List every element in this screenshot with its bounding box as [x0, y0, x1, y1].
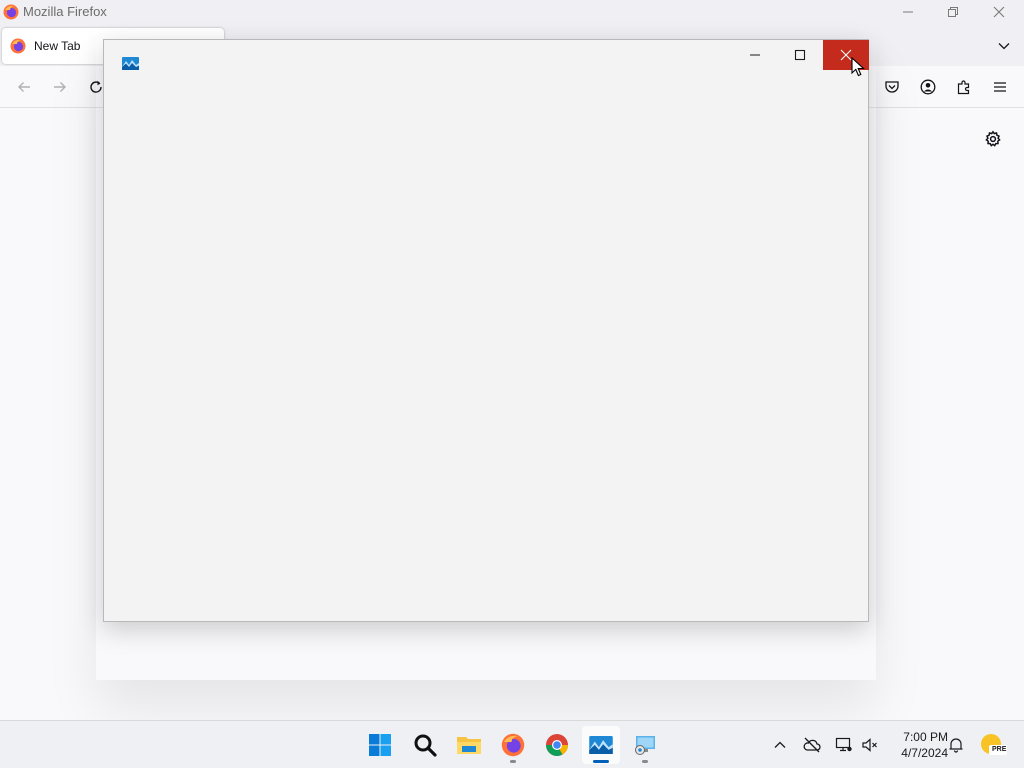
- chrome-icon: [546, 734, 568, 756]
- window-title: Mozilla Firefox: [23, 4, 107, 19]
- firefox-icon: [501, 733, 525, 757]
- chevron-up-icon: [774, 741, 786, 748]
- minimize-icon: [750, 54, 760, 56]
- running-indicator: [510, 760, 516, 763]
- puzzle-icon: [957, 80, 970, 95]
- gear-icon: [985, 130, 1001, 147]
- list-all-tabs-button[interactable]: [992, 34, 1016, 58]
- minimize-button[interactable]: [885, 0, 931, 24]
- taskbar: 7:00 PM 4/7/2024 PRE: [0, 720, 1024, 768]
- firefox-icon: [3, 4, 19, 20]
- mouse-cursor-icon: [851, 57, 865, 77]
- pocket-icon: [885, 81, 899, 93]
- file-explorer-button[interactable]: [450, 726, 488, 764]
- firefox-icon: [10, 38, 26, 54]
- network-tray-button[interactable]: [834, 735, 854, 755]
- account-button[interactable]: [916, 75, 940, 99]
- cloud-offline-icon: [803, 737, 821, 753]
- restore-icon: [948, 7, 958, 17]
- active-indicator: [593, 760, 609, 763]
- popup-minimize-button[interactable]: [732, 40, 778, 70]
- clock-time: 7:00 PM: [903, 730, 948, 744]
- tab-label: New Tab: [34, 39, 81, 53]
- account-icon: [920, 79, 936, 95]
- reload-icon: [90, 80, 102, 93]
- arrow-right-icon: [54, 82, 66, 92]
- windows-logo-icon: [369, 734, 391, 756]
- photos-app-icon: [589, 736, 613, 754]
- app-menu-button[interactable]: [988, 75, 1012, 99]
- folder-icon: [457, 737, 481, 754]
- preview-build-badge[interactable]: PRE: [980, 734, 1008, 755]
- chrome-taskbar-button[interactable]: [538, 726, 576, 764]
- bell-icon: [949, 738, 963, 753]
- chevron-down-icon: [998, 43, 1010, 50]
- forward-button[interactable]: [48, 75, 72, 99]
- search-button[interactable]: [406, 726, 444, 764]
- network-icon: [835, 737, 852, 752]
- hamburger-menu-icon: [994, 82, 1006, 92]
- photos-app-window: [103, 39, 869, 622]
- customize-new-tab-button[interactable]: [983, 129, 1003, 149]
- minimize-icon: [903, 11, 913, 13]
- remote-desktop-icon: [635, 736, 655, 755]
- restore-button[interactable]: [930, 0, 976, 24]
- volume-tray-button[interactable]: [860, 735, 880, 755]
- maximize-icon: [794, 49, 806, 61]
- search-icon: [414, 734, 437, 757]
- preview-badge-icon: [981, 734, 1007, 755]
- remote-desktop-taskbar-button[interactable]: [626, 726, 664, 764]
- firefox-taskbar-button[interactable]: [494, 726, 532, 764]
- clock-date: 4/7/2024: [901, 746, 948, 760]
- volume-muted-icon: [862, 738, 877, 752]
- photos-taskbar-button[interactable]: [582, 726, 620, 764]
- popup-maximize-button[interactable]: [777, 40, 823, 70]
- firefox-titlebar: Mozilla Firefox: [0, 0, 1024, 24]
- arrow-left-icon: [18, 82, 30, 92]
- back-button[interactable]: [12, 75, 36, 99]
- extensions-button[interactable]: [952, 75, 976, 99]
- preview-badge-label: PRE: [992, 746, 1007, 753]
- running-indicator: [642, 760, 648, 763]
- pocket-button[interactable]: [880, 75, 904, 99]
- show-hidden-icons-button[interactable]: [770, 735, 790, 755]
- close-icon: [993, 6, 1005, 18]
- close-window-button[interactable]: [976, 0, 1022, 24]
- notifications-button[interactable]: [946, 735, 966, 755]
- photos-app-icon: [122, 57, 139, 70]
- start-button[interactable]: [361, 726, 399, 764]
- onedrive-tray-button[interactable]: [802, 735, 822, 755]
- clock[interactable]: 7:00 PM 4/7/2024: [884, 729, 948, 761]
